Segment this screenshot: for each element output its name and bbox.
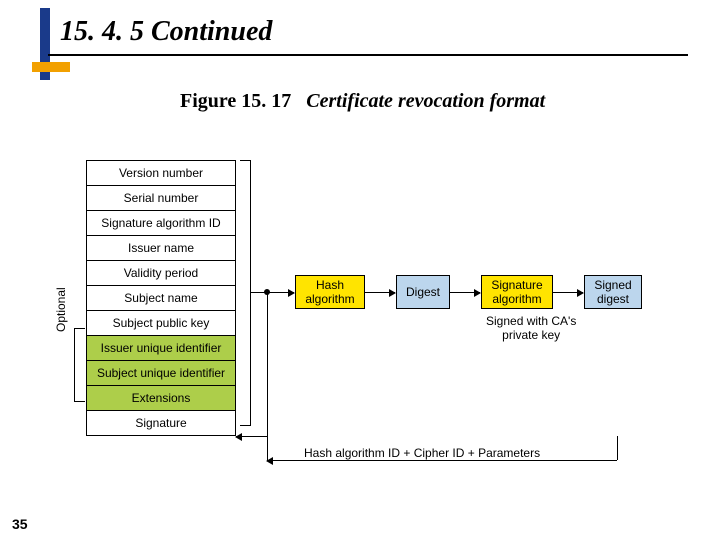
field-row: Subject unique identifier bbox=[86, 360, 236, 385]
page-number: 35 bbox=[12, 516, 28, 532]
optional-bracket bbox=[74, 328, 85, 402]
arrow-digest-to-sigalg bbox=[450, 292, 480, 293]
figure-caption: Figure 15. 17 Certificate revocation for… bbox=[180, 90, 545, 113]
signed-digest-box: Signed digest bbox=[584, 275, 642, 309]
signing-note: Signed with CA's private key bbox=[486, 314, 576, 342]
field-stack: Version numberSerial numberSignature alg… bbox=[86, 160, 236, 436]
signature-algorithm-box: Signature algorithm bbox=[481, 275, 553, 309]
feedback-label: Hash algorithm ID + Cipher ID + Paramete… bbox=[304, 446, 540, 460]
feedback-long-line bbox=[267, 460, 617, 461]
feedback-right-vline bbox=[617, 436, 618, 460]
field-row: Extensions bbox=[86, 385, 236, 410]
digest-box: Digest bbox=[396, 275, 450, 309]
arrow-sigalg-to-signed bbox=[553, 292, 583, 293]
diagram: Version numberSerial numberSignature alg… bbox=[46, 160, 686, 480]
feedback-left-vstub bbox=[267, 436, 268, 460]
field-row: Subject name bbox=[86, 285, 236, 310]
field-row: Issuer unique identifier bbox=[86, 335, 236, 360]
feedback-vline bbox=[267, 292, 268, 436]
arrow-stack-to-hash bbox=[250, 292, 294, 293]
accent-bar-horizontal bbox=[32, 62, 70, 72]
field-row: Serial number bbox=[86, 185, 236, 210]
arrow-hash-to-digest bbox=[365, 292, 395, 293]
figure-title: Certificate revocation format bbox=[306, 90, 545, 112]
figure-number: Figure 15. 17 bbox=[180, 90, 291, 112]
field-row: Validity period bbox=[86, 260, 236, 285]
heading-underline bbox=[48, 54, 688, 56]
field-row: Signature bbox=[86, 410, 236, 436]
field-row: Signature algorithm ID bbox=[86, 210, 236, 235]
arrow-feedback-into-signature bbox=[236, 436, 267, 437]
optional-label: Optional bbox=[54, 287, 68, 332]
field-row: Issuer name bbox=[86, 235, 236, 260]
field-row: Subject public key bbox=[86, 310, 236, 335]
field-row: Version number bbox=[86, 160, 236, 185]
all-rows-bracket bbox=[240, 160, 251, 426]
hash-algorithm-box: Hash algorithm bbox=[295, 275, 365, 309]
section-heading: 15. 4. 5 Continued bbox=[60, 16, 272, 48]
